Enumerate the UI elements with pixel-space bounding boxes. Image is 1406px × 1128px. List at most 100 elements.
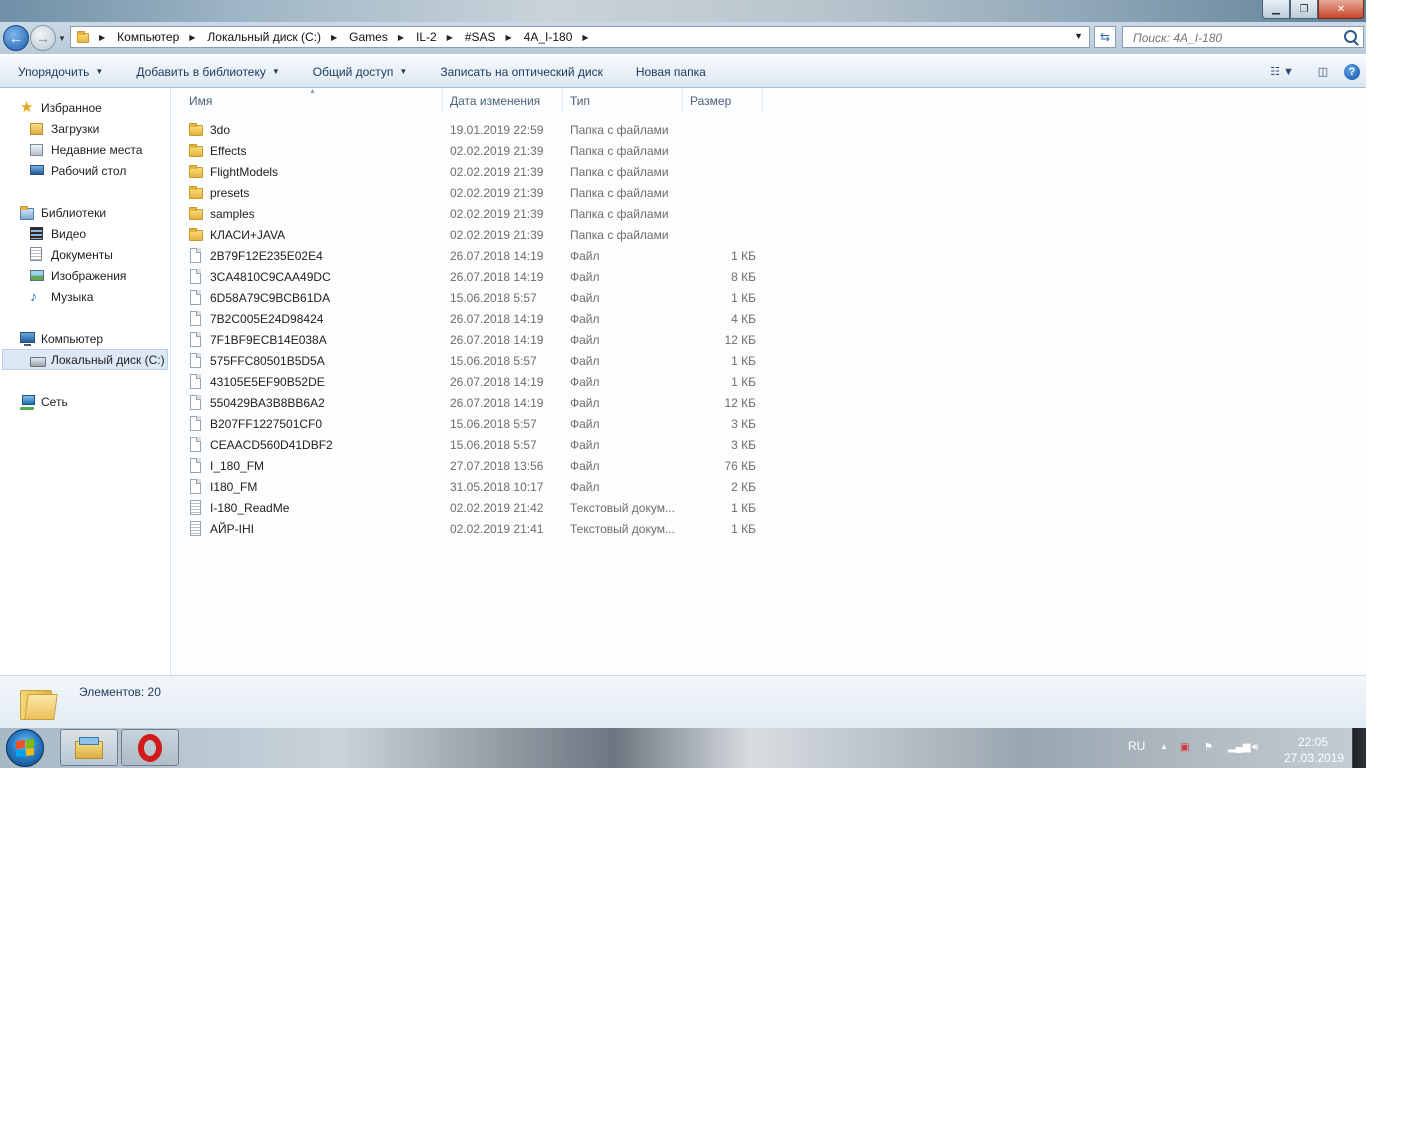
file-row[interactable]: I180_FM 31.05.2018 10:17 Файл 2 КБ: [171, 476, 771, 497]
recent-pages-dropdown[interactable]: ▼: [58, 34, 66, 43]
file-row[interactable]: I_180_FM 27.07.2018 13:56 Файл 76 КБ: [171, 455, 771, 476]
safely-remove-icon[interactable]: ▣: [1180, 742, 1192, 754]
nav-libraries-item[interactable]: Изображения: [0, 265, 170, 286]
file-date: 27.07.2018 13:56: [450, 458, 544, 473]
file-date: 26.07.2018 14:19: [450, 269, 544, 284]
minimize-button[interactable]: ▁: [1262, 0, 1290, 19]
organize-button[interactable]: Упорядочить ▼: [0, 56, 118, 87]
file-row[interactable]: CEAACD560D41DBF2 15.06.2018 5:57 Файл 3 КБ: [171, 434, 771, 455]
breadcrumb-separator-icon[interactable]: ▶: [443, 33, 457, 42]
file-name-cell: CEAACD560D41DBF2: [189, 436, 333, 453]
nav-favorites-item[interactable]: Рабочий стол: [0, 160, 170, 181]
folder-icon: [189, 206, 203, 222]
file-size: 1 КБ: [731, 353, 756, 368]
file-row[interactable]: КЛАСИ+JAVA 02.02.2019 21:39 Папка с файлам…: [171, 224, 771, 245]
column-date[interactable]: Дата изменения: [443, 88, 563, 113]
nav-network-label: Сеть: [41, 394, 68, 409]
file-name-cell: FlightModels: [189, 164, 278, 180]
file-row[interactable]: 575FFC80501B5D5A 15.06.2018 5:57 Файл 1 КБ: [171, 350, 771, 371]
breadcrumb-separator-icon[interactable]: ▶: [185, 33, 199, 42]
breadcrumb-item[interactable]: 4A_I-180: [516, 30, 579, 44]
nav-libraries-item-label: Видео: [51, 226, 87, 241]
close-button[interactable]: ✕: [1318, 0, 1364, 19]
file-name-cell: presets: [189, 185, 249, 201]
action-center-flag-icon[interactable]: ⚑: [1204, 742, 1216, 754]
taskbar-opera-button[interactable]: [121, 729, 179, 766]
file-type: Папка с файлами: [570, 227, 669, 242]
file-row[interactable]: 2B79F12E235E02E4 26.07.2018 14:19 Файл 1 КБ: [171, 245, 771, 266]
forward-button[interactable]: →: [30, 25, 56, 51]
search-input[interactable]: [1131, 28, 1335, 48]
address-bar[interactable]: ▶ Компьютер ▶ Локальный диск (C:) ▶ Games ▶ IL-…: [70, 26, 1090, 48]
clock[interactable]: 22:05 27.03.2019: [1284, 734, 1344, 766]
search-box[interactable]: [1122, 26, 1364, 48]
file-row[interactable]: 550429BA3B8BB6A2 26.07.2018 14:19 Файл 12 К…: [171, 392, 771, 413]
nav-libraries-item[interactable]: ♪ Музыка: [0, 286, 170, 307]
share-button[interactable]: Общий доступ ▼: [295, 56, 423, 87]
file-row[interactable]: 3do 19.01.2019 22:59 Папка с файлами: [171, 119, 771, 140]
search-icon[interactable]: [1344, 30, 1357, 43]
refresh-button[interactable]: ⇆: [1094, 26, 1116, 48]
column-size[interactable]: Размер: [683, 88, 763, 113]
breadcrumb-separator-icon[interactable]: ▶: [394, 33, 408, 42]
burn-button[interactable]: Записать на оптический диск: [422, 56, 618, 87]
file-name-cell: 43105E5EF90B52DE: [189, 373, 325, 390]
file-row[interactable]: Effects 02.02.2019 21:39 Папка с файлами: [171, 140, 771, 161]
breadcrumb-item[interactable]: IL-2: [408, 30, 443, 44]
start-button[interactable]: [6, 729, 44, 767]
maximize-button[interactable]: ❐: [1290, 0, 1318, 19]
file-row[interactable]: presets 02.02.2019 21:39 Папка с файлами: [171, 182, 771, 203]
show-desktop-button[interactable]: [1352, 728, 1366, 768]
nav-favorites-item[interactable]: Загрузки: [0, 118, 170, 139]
nav-local-disk-c[interactable]: Локальный диск (C:): [2, 349, 168, 370]
nav-favorites[interactable]: ★ Избранное: [0, 97, 170, 118]
breadcrumb-item[interactable]: Games: [341, 30, 394, 44]
column-type[interactable]: Тип: [563, 88, 683, 113]
breadcrumb-item[interactable]: #SAS: [457, 30, 502, 44]
nav-network[interactable]: Сеть: [0, 391, 170, 412]
taskbar-explorer-button[interactable]: [60, 729, 118, 766]
nav-libraries[interactable]: Библиотеки: [0, 202, 170, 223]
nav-libraries-item[interactable]: Видео: [0, 223, 170, 244]
change-view-button[interactable]: ☷ ▼: [1262, 62, 1302, 82]
file-date: 02.02.2019 21:39: [450, 185, 544, 200]
preview-pane-button[interactable]: ◫: [1310, 62, 1336, 82]
file-name: B207FF1227501CF0: [210, 416, 323, 431]
column-name[interactable]: Имя: [171, 88, 443, 113]
network-signal-icon[interactable]: ▂▄▆: [1228, 742, 1250, 754]
file-date: 02.02.2019 21:39: [450, 227, 544, 242]
file-row[interactable]: I-180_ReadMe 02.02.2019 21:42 Текстовый до…: [171, 497, 771, 518]
language-indicator[interactable]: RU: [1128, 739, 1145, 753]
file-row[interactable]: FlightModels 02.02.2019 21:39 Папка с файл…: [171, 161, 771, 182]
file-size: 8 КБ: [731, 269, 756, 284]
show-hidden-icons-icon[interactable]: ▲: [1160, 742, 1172, 754]
chevron-down-icon: ▼: [399, 67, 408, 76]
nav-computer[interactable]: Компьютер: [0, 328, 170, 349]
file-row[interactable]: 7B2C005E24D98424 26.07.2018 14:19 Файл 4 КБ: [171, 308, 771, 329]
file-name: I180_FM: [210, 479, 258, 494]
breadcrumb-separator-icon[interactable]: ▶: [578, 33, 592, 42]
help-button[interactable]: ?: [1344, 63, 1360, 80]
breadcrumb-item[interactable]: Локальный диск (C:): [199, 30, 327, 44]
new-folder-button[interactable]: Новая папка: [618, 56, 721, 87]
add-to-library-button[interactable]: Добавить в библиотеку ▼: [118, 56, 294, 87]
file-row[interactable]: 6D58A79C9BCB61DA 15.06.2018 5:57 Файл 1 КБ: [171, 287, 771, 308]
nav-libraries-item[interactable]: Документы: [0, 244, 170, 265]
file-row[interactable]: АЙР-ІНІ 02.02.2019 21:41 Текстовый докум..…: [171, 518, 771, 539]
breadcrumb-separator-icon[interactable]: ▶: [502, 33, 516, 42]
file-row[interactable]: 3CA4810C9CAA49DC 26.07.2018 14:19 Файл 8 КБ: [171, 266, 771, 287]
breadcrumb-separator-icon[interactable]: ▶: [95, 33, 109, 42]
column-name-label: Имя: [189, 93, 213, 108]
volume-icon[interactable]: 🔊︎: [1252, 742, 1264, 754]
file-row[interactable]: samples 02.02.2019 21:39 Папка с файлами: [171, 203, 771, 224]
file-name: 7B2C005E24D98424: [210, 311, 324, 326]
back-button[interactable]: ←: [3, 25, 29, 51]
file-row[interactable]: 7F1BF9ECB14E038A 26.07.2018 14:19 Файл 12 К…: [171, 329, 771, 350]
network-icon: [20, 394, 35, 410]
breadcrumb-item[interactable]: Компьютер: [109, 30, 185, 44]
file-row[interactable]: 43105E5EF90B52DE 26.07.2018 14:19 Файл 1 КБ: [171, 371, 771, 392]
breadcrumb-separator-icon[interactable]: ▶: [327, 33, 341, 42]
nav-favorites-item[interactable]: Недавние места: [0, 139, 170, 160]
address-dropdown-button[interactable]: ▼: [1074, 31, 1083, 41]
file-row[interactable]: B207FF1227501CF0 15.06.2018 5:57 Файл 3 КБ: [171, 413, 771, 434]
